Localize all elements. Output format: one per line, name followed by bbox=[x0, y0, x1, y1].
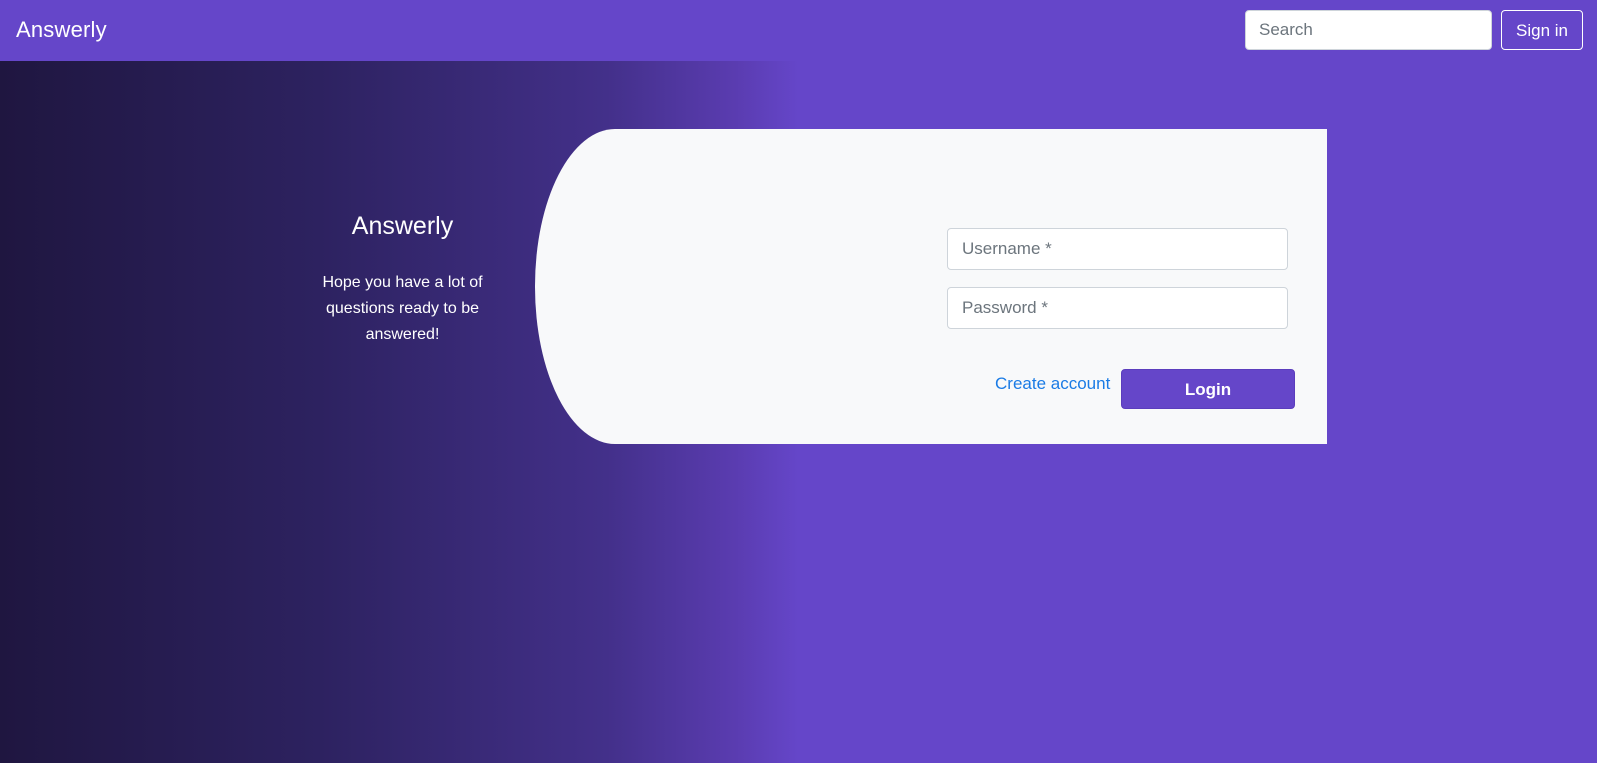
intro-panel: Answerly Hope you have a lot of question… bbox=[305, 212, 500, 348]
intro-title: Answerly bbox=[351, 212, 454, 240]
search-input[interactable] bbox=[1245, 10, 1492, 50]
login-button[interactable]: Login bbox=[1121, 369, 1295, 409]
top-navbar: Answerly Sign in bbox=[0, 0, 1597, 61]
create-account-link[interactable]: Create account bbox=[995, 374, 1110, 394]
intro-text: Hope you have a lot of questions ready t… bbox=[322, 274, 483, 343]
brand-logo-link[interactable]: Answerly bbox=[16, 17, 107, 43]
username-field[interactable] bbox=[947, 228, 1288, 270]
password-field[interactable] bbox=[947, 287, 1288, 329]
sign-in-button[interactable]: Sign in bbox=[1501, 10, 1583, 50]
